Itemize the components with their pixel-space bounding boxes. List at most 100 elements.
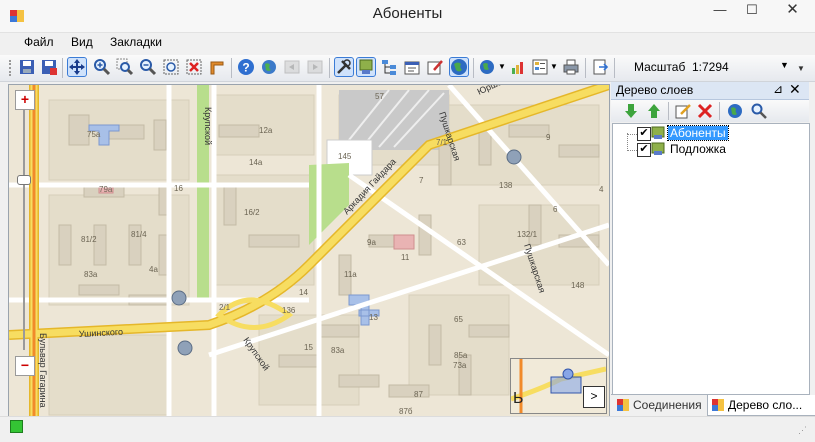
svg-text:Ь: Ь: [513, 390, 524, 407]
building-label: 81/4: [131, 230, 147, 239]
search-layer-icon[interactable]: [751, 103, 767, 119]
building-label: 87б: [399, 407, 413, 416]
building-label: 9: [546, 133, 551, 142]
menu-file[interactable]: Файл: [24, 35, 54, 49]
resize-grip-icon[interactable]: ⋰: [798, 425, 807, 436]
toolbar-separator: [62, 58, 63, 78]
building-label: 79а: [99, 185, 113, 194]
tree-icon[interactable]: [380, 58, 398, 76]
save-icon[interactable]: [18, 58, 36, 76]
export-icon[interactable]: [591, 58, 609, 76]
properties-icon[interactable]: [403, 58, 421, 76]
building-label: 83а: [84, 270, 98, 279]
zoom-in-button[interactable]: +: [15, 90, 35, 110]
chevron-down-icon[interactable]: ▼: [780, 60, 789, 70]
measure-icon[interactable]: [208, 58, 226, 76]
pin-icon[interactable]: ⊿: [773, 82, 783, 96]
map-view[interactable]: 75а 12а 14а 79а 16 16/2 81/2 81/4 4а 83а…: [8, 84, 610, 417]
tools-icon[interactable]: [334, 57, 354, 77]
tab-label: Дерево сло...: [728, 398, 803, 412]
chevron-down-icon[interactable]: ▼: [498, 62, 506, 71]
zoom-out-button[interactable]: −: [15, 356, 35, 376]
building-label: 11а: [344, 270, 357, 279]
move-down-icon[interactable]: [623, 103, 639, 119]
building-label: 7: [419, 176, 424, 185]
building-label: 81/2: [81, 235, 97, 244]
building-label: 11: [401, 253, 410, 262]
layer-tree[interactable]: ✔ Абоненты ✔ Подложка: [612, 123, 810, 395]
legend-icon[interactable]: [531, 58, 549, 76]
globe-dropdown-icon[interactable]: [479, 58, 497, 76]
building-label: 148: [571, 281, 585, 290]
toolbar-separator: [231, 58, 232, 78]
tab-label: Соединения: [633, 398, 702, 412]
scale-combobox[interactable]: 1:7294: [692, 60, 729, 74]
building-label: 9а: [367, 238, 376, 247]
building-label: 145: [338, 152, 352, 161]
building-label: 136: [282, 306, 296, 315]
building-label: 14: [299, 288, 308, 297]
back-icon[interactable]: [283, 58, 301, 76]
building-label: 4: [599, 185, 604, 194]
layer-panel-title: Дерево слоев: [616, 83, 694, 97]
building-label: 15: [304, 343, 313, 352]
tree-line: [627, 150, 637, 151]
connections-icon: [617, 399, 629, 411]
toolbar-overflow-icon[interactable]: ▼: [797, 64, 805, 73]
building-label: 12а: [259, 126, 273, 135]
chevron-down-icon[interactable]: ▼: [550, 62, 558, 71]
svg-text:?: ?: [242, 61, 249, 75]
overview-map[interactable]: Ь >: [510, 358, 607, 414]
status-bar: [0, 416, 815, 442]
building-label: 63: [457, 238, 466, 247]
world-map-icon[interactable]: [449, 57, 469, 77]
building-label: 4а: [149, 265, 158, 274]
building-label: 14а: [249, 158, 263, 167]
layer-edit-icon[interactable]: [356, 57, 376, 77]
pan-icon[interactable]: [67, 57, 87, 77]
menu-bookmarks[interactable]: Закладки: [110, 35, 162, 49]
building-label: 13: [369, 313, 378, 322]
help-icon[interactable]: ?: [237, 58, 255, 76]
zoom-out-icon[interactable]: [139, 58, 157, 76]
layer-checkbox-basemap[interactable]: ✔: [637, 143, 651, 157]
building-label: 57: [375, 92, 384, 101]
delete-layer-icon[interactable]: [697, 103, 713, 119]
chart-icon[interactable]: [509, 58, 527, 76]
building-label: 6: [553, 205, 558, 214]
forward-icon[interactable]: [306, 58, 324, 76]
building-label: 2/1: [219, 303, 231, 312]
maximize-button[interactable]: ☐: [737, 0, 767, 22]
layer-name-subscribers[interactable]: Абоненты: [667, 125, 729, 141]
menu-view[interactable]: Вид: [71, 35, 93, 49]
toolbar-separator: [473, 58, 474, 78]
zoom-extent-icon[interactable]: [162, 58, 180, 76]
layer-checkbox-subscribers[interactable]: ✔: [637, 127, 651, 141]
toolbar-separator: [719, 102, 720, 120]
street-label: Бульвар Гагарина: [38, 333, 48, 408]
toolbar-grip[interactable]: [9, 60, 14, 76]
edit-layer-icon[interactable]: [675, 103, 691, 119]
status-indicator-icon: [10, 420, 23, 433]
zoom-in-icon[interactable]: [93, 58, 111, 76]
building-label: 87: [414, 390, 423, 399]
panel-close-button[interactable]: ✕: [789, 81, 801, 98]
print-icon[interactable]: [562, 58, 580, 76]
save-as-icon[interactable]: [40, 58, 58, 76]
zoom-slider-thumb[interactable]: [17, 175, 31, 185]
globe-icon[interactable]: [260, 58, 278, 76]
zoom-slider[interactable]: [23, 110, 25, 350]
tab-layer-tree[interactable]: Дерево сло...: [707, 395, 815, 416]
move-up-icon[interactable]: [646, 103, 662, 119]
toolbar-separator: [614, 58, 615, 78]
building-label: 65: [454, 315, 463, 324]
zoom-window-icon[interactable]: [116, 58, 134, 76]
add-layer-icon[interactable]: [727, 103, 743, 119]
toolbar-separator: [329, 58, 330, 78]
overview-toggle-button[interactable]: >: [583, 386, 605, 408]
minimize-button[interactable]: —: [705, 0, 735, 22]
layer-name-basemap[interactable]: Подложка: [668, 142, 728, 156]
close-button[interactable]: ✕: [770, 0, 815, 22]
clear-selection-icon[interactable]: [185, 58, 203, 76]
edit-object-icon[interactable]: [426, 58, 444, 76]
